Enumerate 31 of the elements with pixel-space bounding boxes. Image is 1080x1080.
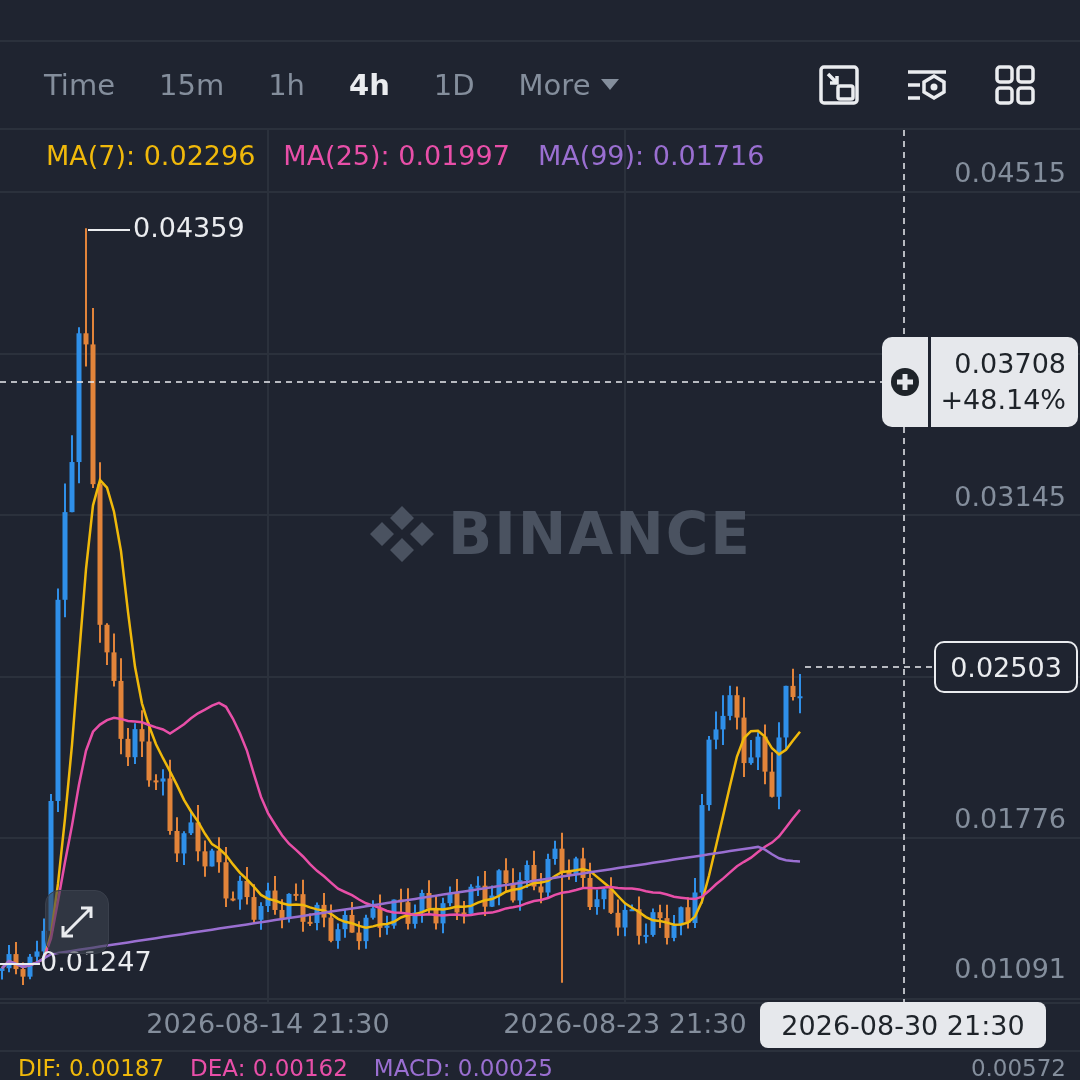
exit-fullscreen-icon[interactable]: [818, 64, 860, 106]
indicator-value: DEA: 0.00162: [190, 1055, 348, 1080]
indicator-value: MACD: 0.00025: [373, 1055, 553, 1080]
plus-circle-icon[interactable]: [890, 367, 920, 397]
time-axis-label: 2026-08-23 21:30: [503, 1008, 747, 1039]
crosshair-price: 0.03708: [954, 347, 1066, 381]
indicator-value: MA(7): 0.02296: [46, 140, 256, 171]
price-axis-label: 0.00572: [970, 1055, 1067, 1080]
interval-tab[interactable]: 1h: [268, 68, 305, 102]
leader-line: [88, 228, 130, 232]
grid-layout-icon[interactable]: [994, 64, 1036, 106]
crosshair-time-label: 2026-08-30 21:30: [760, 1002, 1046, 1048]
price-axis-label: 0.01776: [954, 803, 1066, 834]
low-price-label: 0.01247: [40, 946, 152, 977]
caret-icon: [600, 79, 619, 91]
indicator-value: MA(99): 0.01716: [537, 140, 765, 171]
indicator-value: MA(25): 0.01997: [283, 140, 510, 171]
price-change-percent: +48.14%: [940, 383, 1066, 417]
more-dropdown[interactable]: More: [518, 68, 619, 102]
high-price-label: 0.04359: [133, 212, 245, 243]
indicator-value: DIF: 0.00187: [18, 1055, 165, 1080]
leader-line: [0, 962, 40, 966]
interval-tab[interactable]: Time: [44, 68, 115, 102]
interval-tab[interactable]: 15m: [159, 68, 225, 102]
interval-tab[interactable]: 1D: [433, 68, 475, 102]
price-axis-label: 0.03145: [954, 481, 1066, 512]
price-axis-label: 0.04515: [954, 157, 1066, 188]
price-axis-label: 0.01091: [954, 953, 1066, 984]
last-price-tag: 0.02503: [934, 641, 1078, 693]
time-axis-label: 2026-08-14 21:30: [146, 1008, 390, 1039]
interval-tab[interactable]: 4h: [349, 68, 390, 102]
